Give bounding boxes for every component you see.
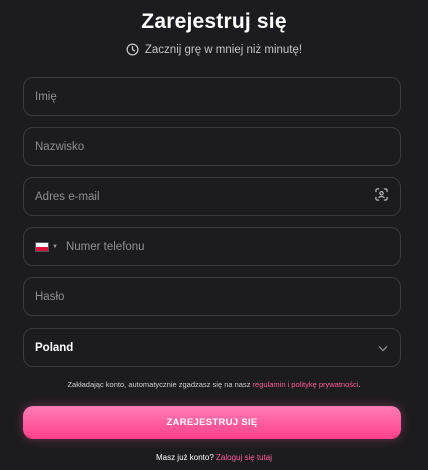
- login-prompt-text: Masz już konto?: [155, 453, 216, 462]
- last-name-input[interactable]: [35, 128, 388, 165]
- first-name-field[interactable]: [23, 77, 401, 116]
- terms-consent: Zakładając konto, automatycznie zgadzasz…: [0, 380, 428, 389]
- register-button[interactable]: ZAREJESTRUJ SIĘ: [23, 406, 401, 439]
- poland-flag-icon[interactable]: [35, 241, 49, 252]
- last-name-field[interactable]: [23, 127, 401, 166]
- login-link[interactable]: Zaloguj się tutaj: [216, 453, 272, 462]
- country-select-value: Poland: [35, 341, 74, 354]
- page-title: Zarejestruj się: [141, 10, 287, 33]
- country-code-caret-icon[interactable]: ▼: [52, 244, 58, 250]
- password-input[interactable]: [35, 278, 388, 315]
- email-input[interactable]: [35, 178, 375, 215]
- password-field[interactable]: [23, 277, 401, 316]
- phone-field[interactable]: ▼: [23, 227, 401, 266]
- country-select[interactable]: Poland: [23, 328, 401, 367]
- chevron-down-icon[interactable]: [378, 339, 388, 357]
- subtitle-text: Zacznij grę w mniej niż minutę!: [144, 43, 303, 56]
- consent-text: Zakładając konto, automatycznie zgadzasz…: [67, 380, 253, 389]
- consent-period: .: [358, 380, 361, 389]
- terms-link[interactable]: regulamin i politykę prywatności: [253, 380, 359, 389]
- phone-input[interactable]: [65, 228, 388, 265]
- first-name-input[interactable]: [35, 78, 388, 115]
- scan-face-icon[interactable]: [375, 187, 388, 206]
- email-field[interactable]: [23, 177, 401, 216]
- subtitle: Zacznij grę w mniej niż minutę!: [0, 43, 428, 56]
- clock-icon: [126, 43, 139, 56]
- login-prompt: Masz już konto? Zaloguj się tutaj: [0, 453, 428, 462]
